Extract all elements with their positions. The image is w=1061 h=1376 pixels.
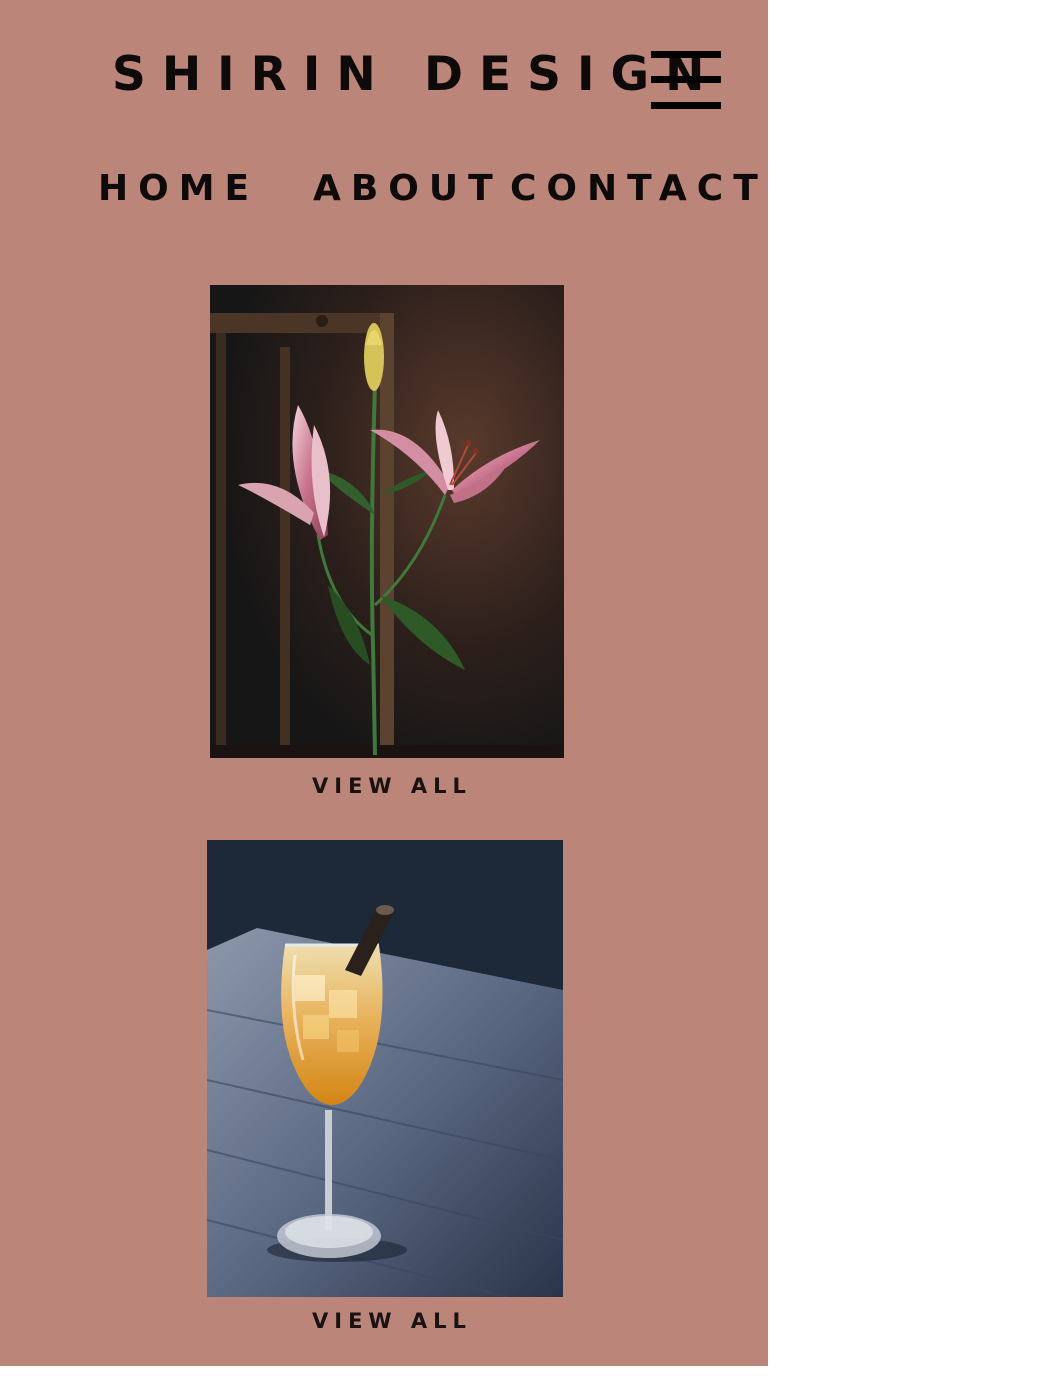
site-title[interactable]: SHIRIN DESIGN — [112, 48, 720, 102]
hamburger-menu-icon[interactable] — [651, 50, 721, 110]
nav-link-about[interactable]: ABOUT — [313, 168, 503, 210]
lily-flower-photo[interactable] — [210, 285, 564, 758]
menu-bar — [651, 76, 721, 83]
nav-link-contact[interactable]: CONTACT — [510, 168, 768, 210]
view-all-link[interactable]: VIEW ALL — [312, 1309, 472, 1333]
lily-illustration — [210, 285, 564, 758]
menu-bar — [651, 51, 721, 58]
nav-link-home[interactable]: HOME — [98, 168, 259, 210]
cocktail-illustration — [207, 840, 563, 1297]
page-canvas: SHIRIN DESIGN HOME ABOUT CONTACT VIEW AL… — [0, 0, 768, 1366]
cocktail-glass-photo[interactable] — [207, 840, 563, 1297]
menu-bar — [651, 102, 721, 109]
view-all-link[interactable]: VIEW ALL — [312, 774, 472, 798]
